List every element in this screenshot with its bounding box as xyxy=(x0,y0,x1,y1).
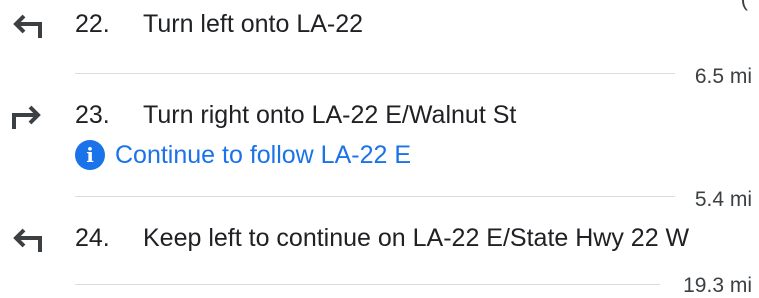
step-instruction: Turn left onto LA-22 xyxy=(143,10,364,38)
step-distance: 6.5 mi xyxy=(694,65,752,88)
step-divider xyxy=(75,73,675,74)
step-number: 23. xyxy=(75,101,110,129)
continue-note-text: Continue to follow LA-22 E xyxy=(115,140,412,169)
info-icon: i xyxy=(75,140,105,170)
step-number: 24. xyxy=(75,224,110,252)
turn-left-icon xyxy=(10,10,44,40)
step-divider xyxy=(75,196,675,197)
keep-left-icon xyxy=(10,224,44,254)
step-distance: 5.4 mi xyxy=(694,188,752,211)
step-distance: 19.3 mi xyxy=(683,274,752,297)
step-divider xyxy=(75,284,660,285)
turn-right-icon xyxy=(10,101,44,131)
step-instruction: Turn right onto LA-22 E/Walnut St xyxy=(143,101,517,129)
step-number: 22. xyxy=(75,10,110,38)
step-instruction: Keep left to continue on LA-22 E/State H… xyxy=(143,224,690,252)
clipped-previous-text: ( xyxy=(741,0,749,12)
continue-note[interactable]: i Continue to follow LA-22 E xyxy=(75,140,411,170)
